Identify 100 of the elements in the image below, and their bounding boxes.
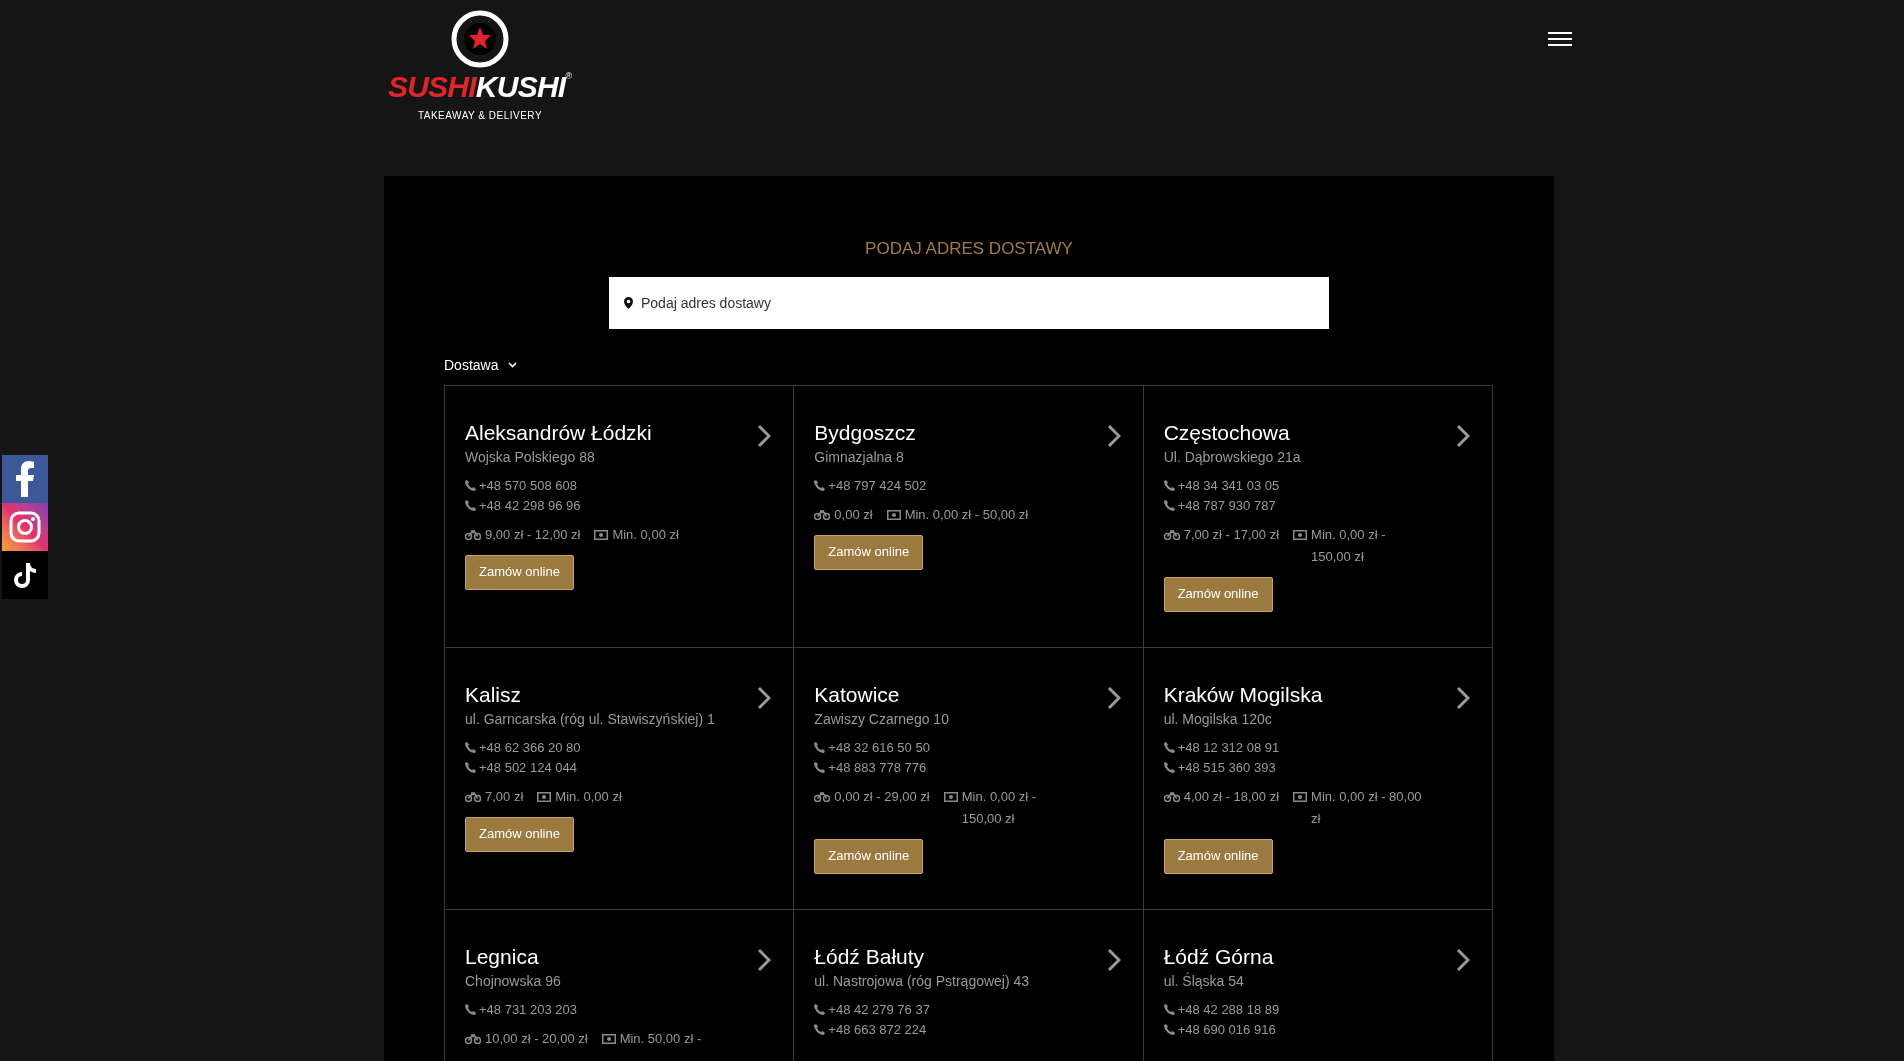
phone-number[interactable]: +48 797 424 502 bbox=[828, 475, 927, 496]
delivery-fee: 9,00 zł - 12,00 zł bbox=[485, 525, 581, 544]
restaurant-card[interactable]: Łódź Bałuty ul. Nastrojowa (róg Pstrągowej) 43 +48 42 279 76 37 +48 663 872 224 bbox=[794, 909, 1144, 1061]
delivery-mode-dropdown[interactable]: Dostawa bbox=[444, 354, 518, 376]
delivery-fee: 7,00 zł - 17,00 zł bbox=[1183, 525, 1280, 544]
phone-icon bbox=[1163, 1024, 1175, 1035]
phone-icon bbox=[1163, 480, 1175, 491]
section-title: PODAJ ADRES DOSTAWY bbox=[865, 238, 1073, 260]
chevron-down-icon bbox=[508, 362, 518, 368]
phone-icon bbox=[1163, 762, 1175, 773]
restaurant-card[interactable]: Bydgoszcz Gimnazjalna 8 +48 797 424 502 0,00 zł Min. 0,00 zł - 50,00 zł Zamów online bbox=[794, 385, 1144, 648]
phone-number[interactable]: +48 42 279 76 37 bbox=[828, 999, 930, 1020]
restaurant-address: Gimnazjalna 8 bbox=[814, 447, 904, 466]
restaurant-card[interactable]: Kalisz ul. Garncarska (róg ul. Stawiszyńskiej) 1 +48 62 366 20 80 +48 502 124 044 7,00 zł Min. 0,00 zł Zamów online bbox=[445, 647, 795, 910]
restaurant-name: Częstochowa bbox=[1163, 419, 1290, 446]
restaurant-address: ul. Mogilska 120c bbox=[1163, 709, 1272, 728]
restaurant-card[interactable]: Łódź Górna ul. Śląska 54 +48 42 288 18 89 +48 690 016 916 bbox=[1143, 909, 1493, 1061]
minimum-order: Min. 0,00 zł - 150,00 zł bbox=[1311, 525, 1387, 566]
restaurant-name: Legnica bbox=[465, 943, 539, 970]
minimum-order: Min. 0,00 zł - 80,00 zł bbox=[1311, 787, 1423, 828]
minimum-order: Min. 0,00 zł bbox=[555, 787, 622, 806]
phone-icon bbox=[1163, 742, 1175, 753]
logo-emblem-icon bbox=[449, 10, 511, 68]
restaurant-name: Kraków Mogilska bbox=[1163, 681, 1323, 708]
banknote-icon bbox=[1293, 791, 1308, 802]
banknote-icon bbox=[886, 509, 901, 520]
phone-icon bbox=[814, 762, 826, 773]
restaurant-card[interactable]: Aleksandrów Łódzki Wojska Polskiego 88 +48 570 508 608 +48 42 298 96 96 9,00 zł - 12,00 zł Min. 0,00 zł Zamów online bbox=[445, 385, 795, 648]
phone-number[interactable]: +48 787 930 787 bbox=[1177, 495, 1276, 516]
phone-icon bbox=[465, 762, 476, 773]
banknote-icon bbox=[537, 791, 552, 802]
chevron-right-icon bbox=[1456, 947, 1470, 972]
delivery-fee: 0,00 zł bbox=[834, 505, 873, 524]
logo-tagline: TAKEAWAY & DELIVERY bbox=[417, 109, 543, 123]
chevron-right-icon bbox=[1106, 947, 1121, 972]
order-online-button[interactable]: Zamów online bbox=[1163, 838, 1273, 874]
phone-number[interactable]: +48 502 124 044 bbox=[479, 757, 577, 778]
phone-icon bbox=[465, 480, 476, 491]
tiktok-icon[interactable] bbox=[2, 551, 48, 599]
restaurant-address: Ul. Dąbrowskiego 21a bbox=[1163, 447, 1301, 466]
instagram-icon[interactable] bbox=[2, 503, 48, 551]
order-online-button[interactable]: Zamów online bbox=[465, 816, 574, 852]
phone-icon bbox=[814, 1024, 826, 1035]
facebook-icon[interactable] bbox=[2, 455, 48, 503]
phone-number[interactable]: +48 515 360 393 bbox=[1177, 757, 1276, 778]
phone-number[interactable]: +48 690 016 916 bbox=[1177, 1019, 1276, 1040]
chevron-right-icon bbox=[1456, 423, 1470, 448]
restaurant-name: Katowice bbox=[814, 681, 900, 708]
chevron-right-icon bbox=[1456, 685, 1470, 710]
restaurant-name: Bydgoszcz bbox=[814, 419, 916, 446]
phone-number[interactable]: +48 12 312 08 91 bbox=[1177, 737, 1280, 758]
phone-icon bbox=[465, 742, 476, 753]
restaurant-name: Aleksandrów Łódzki bbox=[465, 419, 652, 446]
registered-mark: ® bbox=[565, 72, 573, 81]
delivery-fee: 10,00 zł - 20,00 zł bbox=[485, 1029, 588, 1048]
restaurant-card[interactable]: Kraków Mogilska ul. Mogilska 120c +48 12 312 08 91 +48 515 360 393 4,00 zł - 18,00 zł Min. 0,00 zł - 80,00 zł Zamów online bbox=[1143, 647, 1493, 910]
restaurant-address: ul. Śląska 54 bbox=[1163, 971, 1244, 990]
phone-number[interactable]: +48 731 203 203 bbox=[479, 999, 577, 1020]
order-online-button[interactable]: Zamów online bbox=[1163, 576, 1273, 612]
restaurant-address: ul. Nastrojowa (róg Pstrągowej) 43 bbox=[814, 971, 1030, 990]
restaurant-address: Wojska Polskiego 88 bbox=[465, 447, 595, 466]
phone-number[interactable]: +48 34 341 03 05 bbox=[1177, 475, 1280, 496]
phone-icon bbox=[465, 1004, 476, 1015]
phone-number[interactable]: +48 663 872 224 bbox=[828, 1019, 927, 1040]
minimum-order: Min. 0,00 zł - 50,00 zł bbox=[904, 505, 1029, 524]
restaurant-card[interactable]: Legnica Chojnowska 96 +48 731 203 203 10,00 zł - 20,00 zł Min. 50,00 zł - bbox=[445, 909, 795, 1061]
banknote-icon bbox=[601, 1033, 616, 1044]
restaurant-address: Zawiszy Czarnego 10 bbox=[814, 709, 949, 728]
restaurant-card[interactable]: Katowice Zawiszy Czarnego 10 +48 32 616 50 50 +48 883 778 776 0,00 zł - 29,00 zł Min. 0,00 zł - 150,00 zł Zamów online bbox=[794, 647, 1144, 910]
restaurant-card[interactable]: Częstochowa Ul. Dąbrowskiego 21a +48 34 341 03 05 +48 787 930 787 7,00 zł - 17,00 zł Min. 0,00 zł - 150,00 zł Zamów online bbox=[1143, 385, 1493, 648]
restaurant-name: Łódź Bałuty bbox=[814, 943, 925, 970]
banknote-icon bbox=[1293, 529, 1308, 540]
phone-icon bbox=[1163, 1004, 1175, 1015]
order-online-button[interactable]: Zamów online bbox=[465, 554, 574, 590]
delivery-fee: 0,00 zł - 29,00 zł bbox=[834, 787, 930, 806]
menu-icon[interactable] bbox=[1548, 30, 1572, 48]
phone-number[interactable]: +48 42 298 96 96 bbox=[479, 495, 581, 516]
phone-number[interactable]: +48 62 366 20 80 bbox=[479, 737, 581, 758]
logo[interactable]: SUSHIKUSHI® TAKEAWAY & DELIVERY bbox=[384, 10, 576, 123]
minimum-order: Min. 0,00 zł - 150,00 zł bbox=[961, 787, 1038, 828]
banknote-icon bbox=[943, 791, 958, 802]
chevron-right-icon bbox=[757, 423, 772, 448]
restaurant-name: Łódź Górna bbox=[1163, 943, 1274, 970]
phone-number[interactable]: +48 570 508 608 bbox=[479, 475, 577, 496]
chevron-right-icon bbox=[1106, 685, 1121, 710]
phone-icon bbox=[1163, 500, 1175, 511]
phone-icon bbox=[814, 1004, 826, 1015]
phone-number[interactable]: +48 32 616 50 50 bbox=[828, 737, 930, 758]
banknote-icon bbox=[594, 529, 609, 540]
order-online-button[interactable]: Zamów online bbox=[814, 534, 924, 570]
address-field[interactable]: Podaj adres dostawy bbox=[609, 276, 1329, 329]
phone-number[interactable]: +48 883 778 776 bbox=[828, 757, 927, 778]
delivery-fee: 4,00 zł - 18,00 zł bbox=[1183, 787, 1280, 806]
order-online-button[interactable]: Zamów online bbox=[814, 838, 924, 874]
restaurant-name: Kalisz bbox=[465, 681, 522, 708]
minimum-order: Min. 50,00 zł - bbox=[619, 1029, 702, 1048]
location-pin-icon bbox=[624, 296, 633, 309]
chevron-right-icon bbox=[757, 685, 772, 710]
phone-number[interactable]: +48 42 288 18 89 bbox=[1177, 999, 1280, 1020]
restaurant-address: ul. Garncarska (róg ul. Stawiszyńskiej) 1 bbox=[465, 709, 715, 728]
